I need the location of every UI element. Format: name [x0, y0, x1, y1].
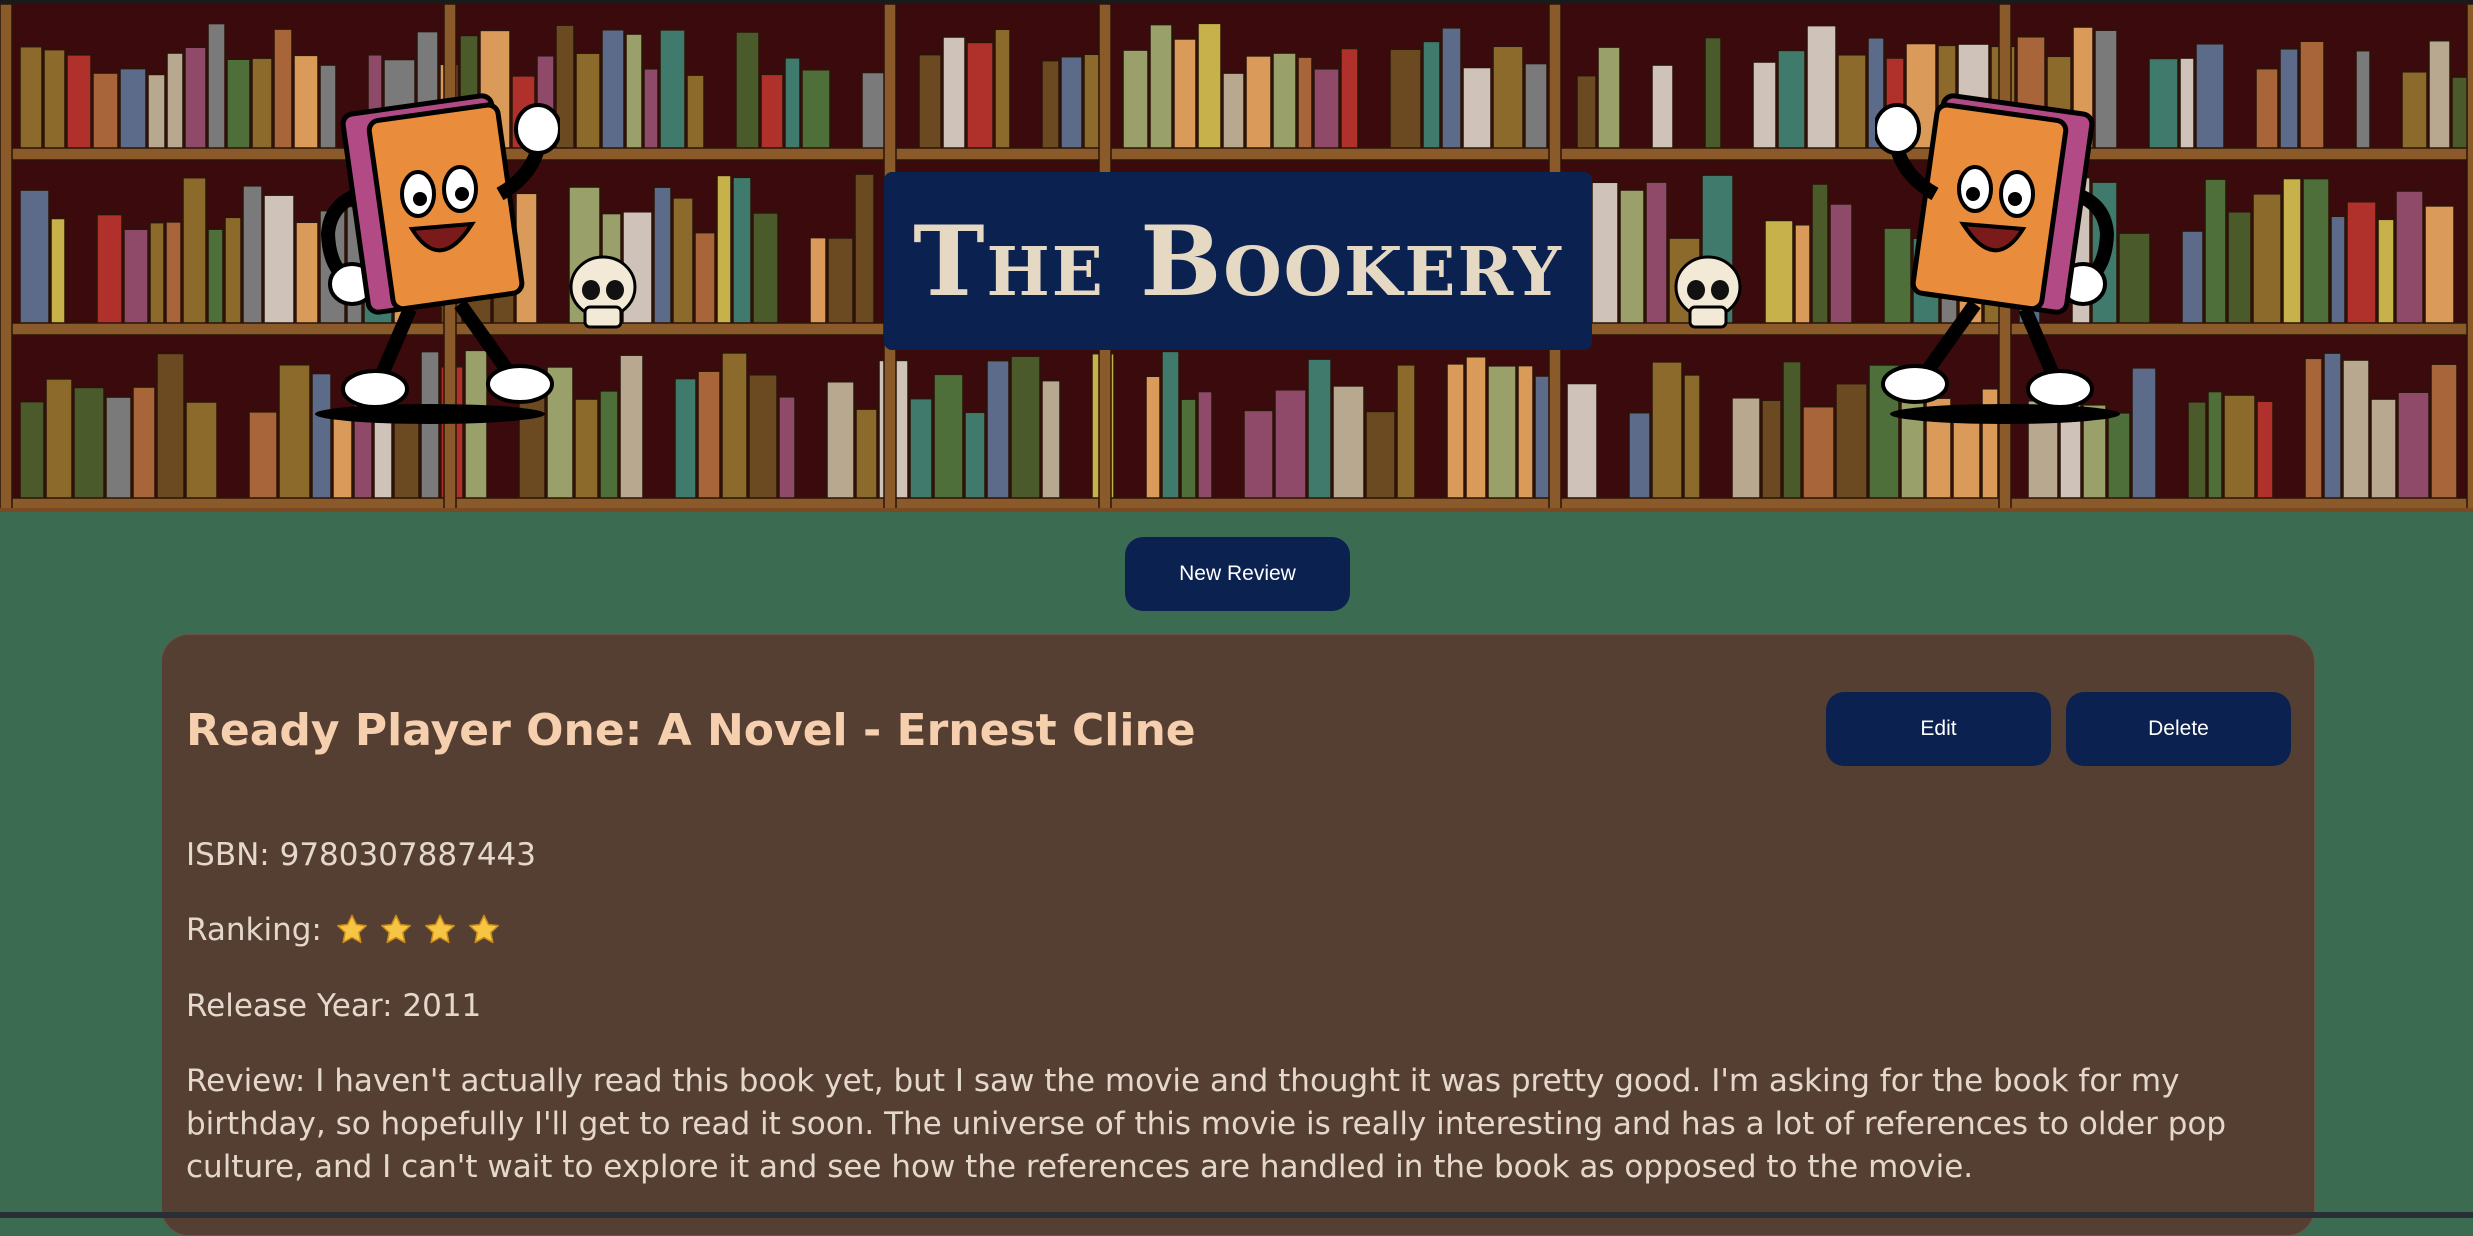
release-year-value: 2011 — [402, 988, 482, 1024]
ranking-field: Ranking: — [186, 912, 502, 948]
skull-left-icon — [569, 255, 637, 329]
review-text: I haven't actually read this book yet, b… — [186, 1063, 2227, 1185]
isbn-field: ISBN: 9780307887443 — [186, 837, 536, 873]
release-year-label: Release Year: — [186, 988, 393, 1024]
book-mascot-right-icon — [1875, 93, 2120, 424]
ranking-stars — [334, 912, 502, 948]
banner-bottom-edge — [0, 508, 2473, 512]
ranking-label: Ranking: — [186, 912, 322, 948]
star-icon — [334, 912, 370, 948]
review-card: Ready Player One: A Novel - Ernest Cline… — [161, 634, 2315, 1236]
isbn-label: ISBN: — [186, 837, 270, 873]
isbn-value: 9780307887443 — [279, 837, 536, 873]
review-label: Review: — [186, 1063, 306, 1099]
site-title: The Bookery — [913, 204, 1563, 318]
new-review-button[interactable]: New Review — [1125, 537, 1350, 611]
bottom-edge — [0, 1212, 2473, 1218]
header-banner: The Bookery — [0, 4, 2473, 512]
release-year-field: Release Year: 2011 — [186, 988, 481, 1024]
delete-button[interactable]: Delete — [2066, 692, 2291, 766]
star-icon — [466, 912, 502, 948]
review-text-field: Review: I haven't actually read this boo… — [186, 1060, 2286, 1189]
review-title: Ready Player One: A Novel - Ernest Cline — [186, 705, 1196, 756]
edit-button[interactable]: Edit — [1826, 692, 2051, 766]
star-icon — [422, 912, 458, 948]
site-title-box: The Bookery — [884, 172, 1592, 350]
book-mascot-left-icon — [315, 93, 560, 424]
star-icon — [378, 912, 414, 948]
skull-right-icon — [1674, 255, 1742, 329]
